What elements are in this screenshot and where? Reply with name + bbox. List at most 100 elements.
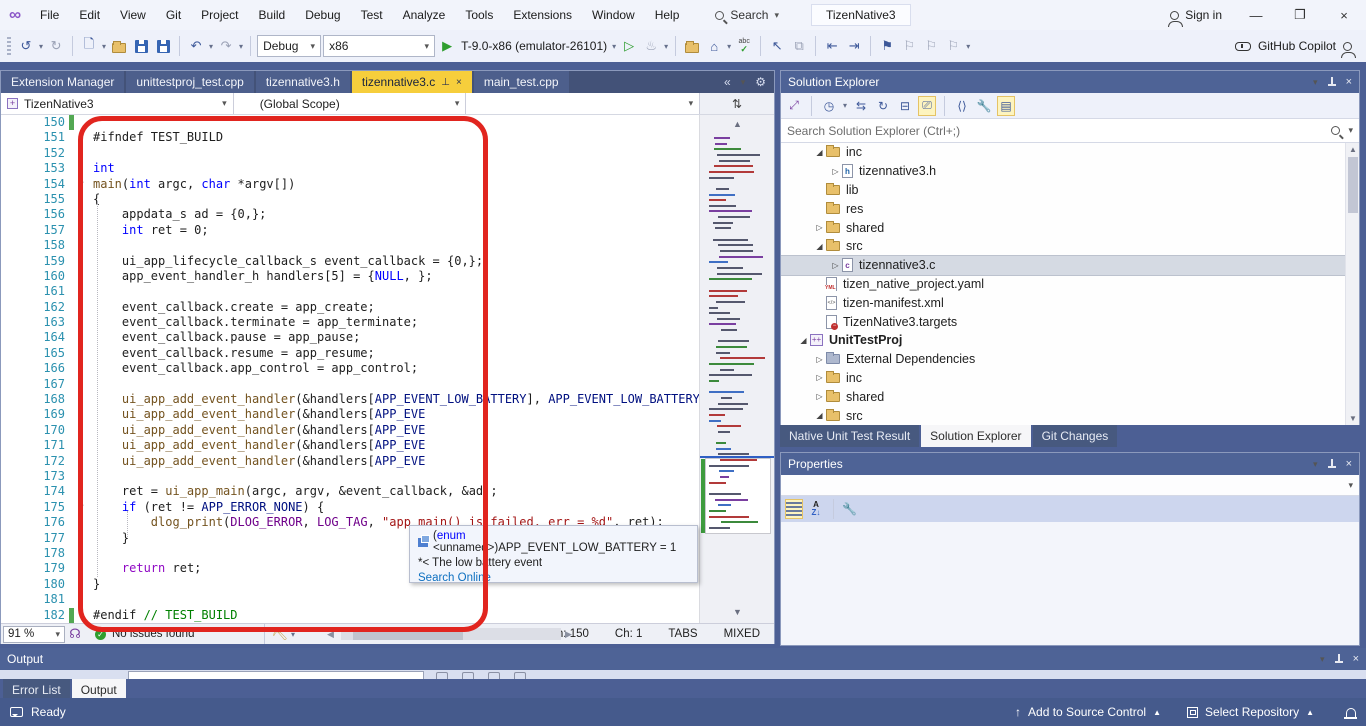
- panel-tab-output[interactable]: Output: [72, 679, 126, 700]
- member-dropdown[interactable]: ▾: [466, 93, 699, 114]
- open-file-button[interactable]: [109, 34, 129, 58]
- menu-extensions[interactable]: Extensions: [503, 0, 582, 30]
- editor-tab-extension-manager[interactable]: Extension Manager: [1, 71, 124, 93]
- categorized-button[interactable]: [785, 499, 803, 519]
- pin-icon[interactable]: [1328, 459, 1336, 470]
- toolbar-grip[interactable]: [7, 37, 11, 55]
- horizontal-scrollbar-thumb[interactable]: [353, 628, 463, 640]
- add-to-source-control-button[interactable]: ↑ Add to Source Control ▲: [1007, 705, 1169, 719]
- attach-button[interactable]: ⧉: [789, 34, 809, 58]
- collapsed-arrow-icon[interactable]: ▷: [813, 373, 826, 382]
- tree-item-tizennative3-c[interactable]: ▷ctizennative3.c: [781, 256, 1359, 275]
- github-copilot-button[interactable]: GitHub Copilot: [1235, 39, 1362, 53]
- collapsed-arrow-icon[interactable]: ▷: [813, 392, 826, 401]
- show-output-from-combobox[interactable]: [128, 671, 424, 679]
- minimap-scrollbar[interactable]: ▲ ▼: [699, 115, 774, 623]
- vertical-scrollbar[interactable]: ▲ ▼: [1345, 143, 1359, 425]
- select-repository-button[interactable]: Select Repository ▲: [1179, 705, 1322, 719]
- preview-selected-items-button[interactable]: ▤: [997, 96, 1015, 116]
- scroll-up-icon[interactable]: ▲: [700, 119, 774, 129]
- tool-tab-solution-explorer[interactable]: Solution Explorer: [921, 425, 1030, 447]
- undo-chevron-icon[interactable]: ▾: [208, 42, 214, 51]
- screen-reader-icon[interactable]: ☊: [65, 622, 85, 646]
- maximize-button[interactable]: ❐: [1278, 0, 1322, 30]
- menu-test[interactable]: Test: [351, 0, 393, 30]
- property-pages-wrench-button[interactable]: 🔧: [842, 502, 857, 516]
- solution-configuration-combobox[interactable]: Debug ▾: [257, 35, 321, 57]
- menu-build[interactable]: Build: [249, 0, 296, 30]
- pin-icon[interactable]: [1335, 654, 1343, 665]
- close-icon[interactable]: ×: [1346, 458, 1352, 470]
- minimize-button[interactable]: —: [1234, 0, 1278, 30]
- fold-collapse-icon[interactable]: ∨: [78, 500, 85, 515]
- horizontal-scrollbar[interactable]: [341, 628, 561, 640]
- navigate-back-button[interactable]: ↺: [16, 34, 36, 58]
- profiler-button[interactable]: ♨: [641, 34, 661, 58]
- menu-edit[interactable]: Edit: [69, 0, 110, 30]
- menu-git[interactable]: Git: [156, 0, 191, 30]
- editor-tab-unittestproj-test-cpp[interactable]: unittestproj_test.cpp: [126, 71, 253, 93]
- menu-window[interactable]: Window: [582, 0, 645, 30]
- solution-explorer-search[interactable]: Search Solution Explorer (Ctrl+;) ▾: [781, 119, 1359, 143]
- save-all-button[interactable]: [153, 34, 173, 58]
- solution-explorer-chevron-icon[interactable]: ▾: [726, 42, 732, 51]
- expanded-arrow-icon[interactable]: ◢: [813, 242, 826, 251]
- expanded-arrow-icon[interactable]: ◢: [813, 148, 826, 157]
- search-control[interactable]: Search ▾: [707, 3, 787, 27]
- pin-icon[interactable]: ⊥: [441, 77, 450, 88]
- run-target-chevron-icon[interactable]: ▾: [611, 42, 617, 51]
- scroll-tabs-icon[interactable]: «: [724, 75, 731, 89]
- code-cleanup-broom-icon[interactable]: ⛏: [269, 622, 290, 646]
- previous-bookmark-button[interactable]: ⚐: [899, 34, 919, 58]
- profiler-chevron-icon[interactable]: ▾: [663, 42, 669, 51]
- clear-bookmarks-button[interactable]: ⚐: [943, 34, 963, 58]
- tree-item-tizennative3-h[interactable]: ▷htizennative3.h: [781, 162, 1359, 181]
- menu-view[interactable]: View: [110, 0, 156, 30]
- undo-button[interactable]: ↶: [186, 34, 206, 58]
- fold-collapse-icon[interactable]: ∨: [78, 130, 85, 145]
- start-debugging-button[interactable]: ▶: [437, 34, 457, 58]
- expanded-arrow-icon[interactable]: ◢: [813, 411, 826, 420]
- sync-with-active-document-button[interactable]: ⇆: [852, 96, 870, 116]
- sign-in-button[interactable]: Sign in: [1158, 8, 1234, 22]
- tree-item-lib[interactable]: lib: [781, 181, 1359, 200]
- navigate-forward-button[interactable]: ↻: [46, 34, 66, 58]
- filter-chevron-icon[interactable]: ▾: [842, 101, 848, 110]
- scroll-up-icon[interactable]: ▲: [1346, 145, 1359, 154]
- menu-debug[interactable]: Debug: [295, 0, 350, 30]
- tree-item-res[interactable]: res: [781, 199, 1359, 218]
- scroll-down-icon[interactable]: ▼: [700, 607, 774, 617]
- scrollbar-thumb[interactable]: [1348, 157, 1358, 213]
- menu-analyze[interactable]: Analyze: [393, 0, 456, 30]
- start-without-debugging-button[interactable]: ▷: [619, 34, 639, 58]
- tree-item-tizennative3-targets[interactable]: −TizenNative3.targets: [781, 312, 1359, 331]
- split-window-button[interactable]: ⇅: [699, 93, 774, 114]
- properties-wrench-button[interactable]: 🔧: [975, 96, 993, 116]
- collapsed-arrow-icon[interactable]: ▷: [813, 223, 826, 232]
- collapse-all-button[interactable]: ⊟: [896, 96, 914, 116]
- tree-item-external-dependencies[interactable]: ▷External Dependencies: [781, 350, 1359, 369]
- new-project-button[interactable]: 🗋: [79, 34, 99, 58]
- tab-options-gear-icon[interactable]: ⚙: [755, 75, 766, 89]
- tree-item-src[interactable]: ◢src: [781, 237, 1359, 256]
- collapsed-arrow-icon[interactable]: ▷: [813, 355, 826, 364]
- window-position-chevron-icon[interactable]: ▾: [1313, 77, 1318, 88]
- new-project-chevron-icon[interactable]: ▾: [101, 42, 107, 51]
- scroll-right-icon[interactable]: ▶: [565, 628, 572, 640]
- select-pointer-button[interactable]: ↖: [767, 34, 787, 58]
- solution-platform-combobox[interactable]: x86 ▾: [323, 35, 435, 57]
- navigate-back-chevron-icon[interactable]: ▾: [38, 42, 44, 51]
- tool-tab-git-changes[interactable]: Git Changes: [1033, 425, 1118, 447]
- output-icon-placeholder[interactable]: [462, 672, 474, 679]
- bookmarks-chevron-icon[interactable]: ▾: [965, 42, 971, 51]
- run-target-label[interactable]: T-9.0-x86 (emulator-26101): [461, 39, 607, 53]
- view-code-button[interactable]: ⟨⟩: [953, 96, 971, 116]
- increase-indent-button[interactable]: ⇥: [844, 34, 864, 58]
- fold-collapse-icon[interactable]: ∨: [78, 177, 85, 192]
- tab-list-chevron-icon[interactable]: ▾: [741, 77, 746, 88]
- tree-item-shared[interactable]: ▷shared: [781, 387, 1359, 406]
- tree-item-inc[interactable]: ▷inc: [781, 369, 1359, 388]
- expanded-arrow-icon[interactable]: ◢: [797, 336, 810, 345]
- close-icon[interactable]: ×: [456, 77, 462, 88]
- menu-project[interactable]: Project: [191, 0, 248, 30]
